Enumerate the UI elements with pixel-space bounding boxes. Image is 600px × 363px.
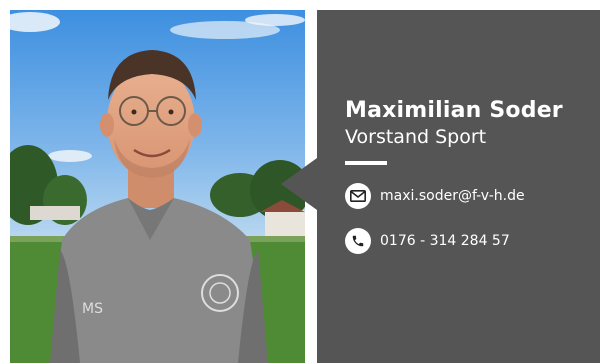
person-role: Vorstand Sport [345, 126, 487, 148]
shirt-initials: MS [82, 301, 103, 317]
phone-icon [345, 228, 371, 254]
contact-card: Maximilian Soder Vorstand Sport maxi.sod… [317, 10, 600, 363]
title-divider [345, 161, 387, 165]
email-text: maxi.soder@f-v-h.de [380, 188, 525, 204]
person-name: Maximilian Soder [345, 98, 563, 123]
phone-link[interactable]: 0176 - 314 284 57 [345, 228, 510, 254]
envelope-icon [345, 183, 371, 209]
email-link[interactable]: maxi.soder@f-v-h.de [345, 183, 525, 209]
card-pointer [281, 158, 317, 210]
profile-photo: MS [10, 10, 305, 363]
phone-text: 0176 - 314 284 57 [380, 233, 510, 249]
